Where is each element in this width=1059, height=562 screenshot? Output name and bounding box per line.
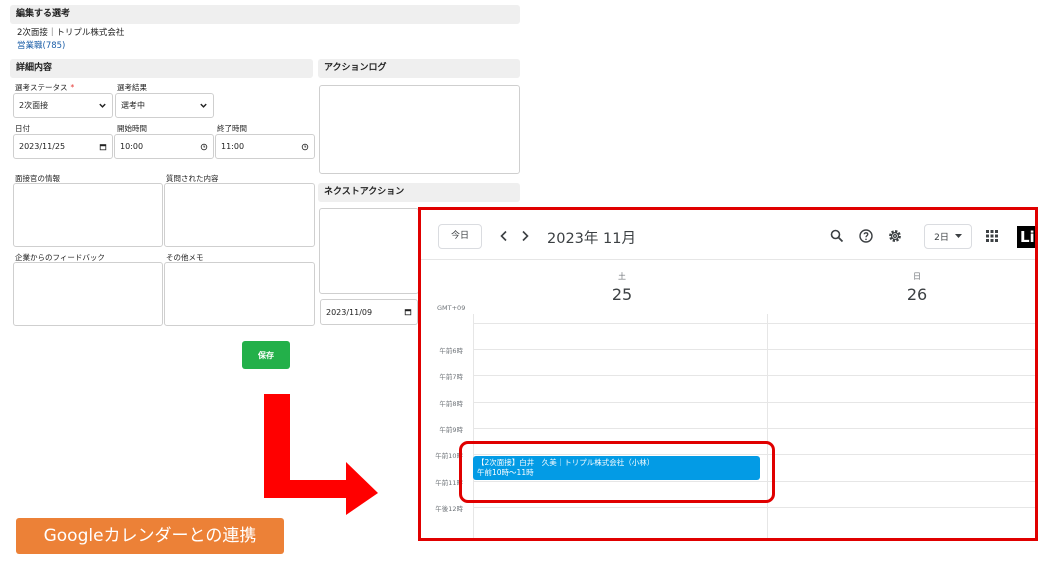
today-button[interactable]: 今日 — [438, 224, 482, 249]
time-label: 午前9時 — [439, 426, 463, 434]
selection-summary: 2次面接｜トリプル株式会社 — [17, 28, 125, 38]
end-time-input[interactable]: 11:00 — [215, 134, 315, 159]
grid-hline — [473, 507, 1035, 508]
start-time-input[interactable]: 10:00 — [114, 134, 214, 159]
chevron-left-icon[interactable] — [496, 228, 512, 244]
caret-down-icon — [954, 234, 962, 238]
status-label: 選考ステータス * — [15, 83, 75, 92]
next-action-heading: ネクストアクション — [318, 183, 520, 202]
help-icon[interactable] — [858, 228, 874, 244]
result-value: 選考中 — [121, 101, 145, 110]
details-section-heading: 詳細内容 — [10, 59, 313, 78]
apps-grid-icon[interactable] — [984, 228, 1000, 244]
gear-icon[interactable] — [887, 228, 903, 244]
integration-caption: Googleカレンダーとの連携 — [16, 518, 284, 554]
connector-arrow — [264, 394, 378, 515]
selection-section-heading: 編集する選考 — [10, 5, 520, 24]
status-select[interactable]: 2次面接 — [13, 93, 113, 118]
end-time-label: 終了時間 — [217, 124, 247, 133]
view-selector[interactable]: 2日 — [924, 224, 972, 249]
time-label: 午後12時 — [435, 505, 463, 513]
questions-textarea[interactable] — [164, 183, 315, 247]
other-memo-textarea[interactable] — [164, 262, 315, 326]
next-action-textarea[interactable] — [319, 208, 419, 294]
grid-hline — [473, 428, 1035, 429]
day-of-week-sat: 土 — [618, 272, 626, 281]
result-label: 選考結果 — [117, 83, 147, 92]
date-value: 2023/11/25 — [19, 142, 66, 151]
calendar-icon[interactable] — [99, 143, 107, 151]
date-input[interactable]: 2023/11/25 — [13, 134, 113, 159]
timezone-label: GMT+09 — [437, 304, 466, 312]
calendar-panel: 今日 2023年 11月 2日 Li 土 25 日 26 GMT+09 午前6時… — [418, 207, 1038, 541]
interviewer-info-textarea[interactable] — [13, 183, 163, 247]
time-label: 午前7時 — [439, 373, 463, 381]
chevron-down-icon — [99, 103, 106, 108]
chevron-right-icon[interactable] — [517, 228, 533, 244]
end-time-value: 11:00 — [221, 142, 245, 151]
clock-icon[interactable] — [200, 143, 208, 151]
start-time-label: 開始時間 — [117, 124, 147, 133]
month-title: 2023年 11月 — [547, 231, 636, 247]
grid-hline — [473, 323, 1035, 324]
time-label: 午前6時 — [439, 347, 463, 355]
clock-icon[interactable] — [301, 143, 309, 151]
day-number-26[interactable]: 26 — [897, 285, 937, 304]
event-highlight-box — [459, 441, 775, 503]
result-select[interactable]: 選考中 — [115, 93, 214, 118]
logo: Li — [1017, 226, 1035, 248]
header-divider — [421, 259, 1035, 260]
view-label: 2日 — [934, 233, 949, 243]
feedback-textarea[interactable] — [13, 262, 163, 326]
status-value: 2次面接 — [19, 101, 49, 110]
action-log-box — [319, 85, 520, 174]
save-button[interactable]: 保存 — [242, 341, 290, 369]
next-action-date-input[interactable]: 2023/11/09 — [320, 299, 418, 325]
search-icon[interactable] — [829, 228, 845, 244]
grid-hline — [473, 349, 1035, 350]
day-number-25[interactable]: 25 — [602, 285, 642, 304]
grid-hline — [473, 402, 1035, 403]
job-link[interactable]: 営業職(785) — [17, 39, 65, 51]
date-label: 日付 — [15, 124, 30, 133]
day-of-week-sun: 日 — [913, 272, 921, 281]
start-time-value: 10:00 — [120, 142, 144, 151]
calendar-icon[interactable] — [404, 308, 412, 316]
time-label: 午前8時 — [439, 400, 463, 408]
required-mark: * — [70, 83, 75, 92]
grid-hline — [473, 375, 1035, 376]
action-log-heading: アクションログ — [318, 59, 520, 78]
chevron-down-icon — [200, 103, 207, 108]
next-action-date-value: 2023/11/09 — [326, 307, 373, 317]
